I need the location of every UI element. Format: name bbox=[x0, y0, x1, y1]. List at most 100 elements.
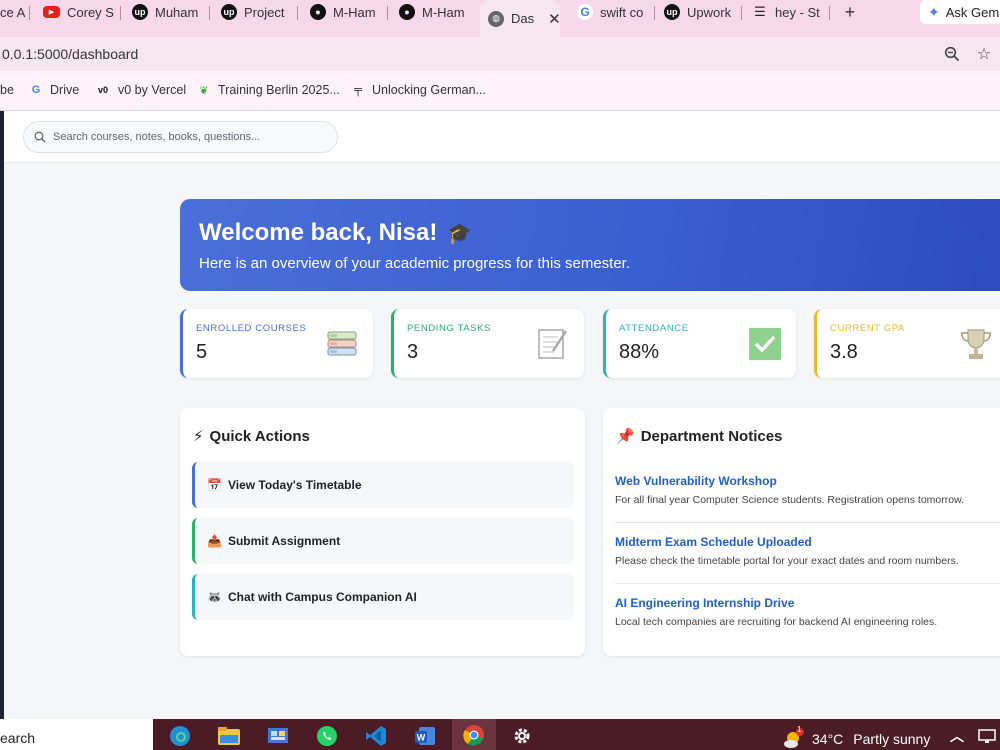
divider bbox=[615, 583, 1000, 584]
control-panel-icon[interactable] bbox=[265, 723, 291, 749]
notice-description: For all final year Computer Science stud… bbox=[615, 494, 964, 506]
search-icon bbox=[34, 131, 46, 143]
word-icon[interactable]: W bbox=[412, 723, 438, 749]
pushpin-icon: 📌 bbox=[616, 428, 635, 445]
bookmark-label: be bbox=[0, 83, 14, 97]
upwork-icon: up bbox=[221, 4, 237, 20]
bookmark-label: v0 by Vercel bbox=[118, 83, 187, 97]
medium-icon: ╤ bbox=[354, 84, 362, 96]
zoom-icon[interactable] bbox=[941, 43, 963, 65]
stat-card-current-gpa: Current GPA 3.8 bbox=[814, 309, 1000, 378]
tab-label: swift co bbox=[600, 4, 644, 20]
taskbar-search[interactable]: earch bbox=[0, 719, 153, 750]
bookmark-label: Training Berlin 2025... bbox=[218, 83, 340, 97]
notice-title[interactable]: Midterm Exam Schedule Uploaded bbox=[615, 535, 997, 549]
weather-widget[interactable]: 1 34°C Partly sunny bbox=[782, 725, 931, 750]
github-icon: ● bbox=[399, 4, 415, 20]
search-input[interactable] bbox=[53, 131, 313, 143]
books-icon bbox=[325, 327, 359, 361]
browser-tab[interactable]: ▶ Corey S bbox=[43, 0, 121, 24]
ask-gemini-button[interactable]: ✦ Ask Gem bbox=[920, 0, 1000, 24]
bookmark-item[interactable]: G Drive bbox=[29, 83, 79, 97]
bookmark-star-icon[interactable]: ☆ bbox=[973, 43, 995, 65]
browser-tab[interactable]: up Muham bbox=[132, 0, 210, 24]
browser-tab[interactable]: up Upwork bbox=[664, 0, 742, 24]
view-timetable-button[interactable]: 📅 View Today's Timetable bbox=[192, 462, 574, 508]
notice-title[interactable]: Web Vulnerability Workshop bbox=[615, 474, 997, 488]
welcome-title: Welcome back, Nisa! bbox=[199, 219, 438, 246]
browser-tab[interactable]: G swift co bbox=[577, 0, 655, 24]
vscode-icon[interactable] bbox=[363, 723, 389, 749]
settings-gear-icon[interactable] bbox=[509, 723, 535, 749]
chat-companion-button[interactable]: 🦝 Chat with Campus Companion AI bbox=[192, 574, 574, 620]
tab-label: Corey S bbox=[67, 4, 114, 20]
gemini-icon: ✦ bbox=[928, 3, 940, 20]
weather-desc: Partly sunny bbox=[853, 731, 931, 747]
browser-tab[interactable]: up Project bbox=[221, 0, 298, 24]
globe-icon: ◍ bbox=[488, 10, 504, 27]
tab-label: hey - St bbox=[775, 4, 820, 20]
bookmark-label: Drive bbox=[50, 83, 80, 97]
trophy-icon bbox=[959, 327, 993, 361]
tab-label: Das bbox=[511, 11, 535, 26]
browser-tab-active[interactable]: ◍ Das ✕ bbox=[480, 0, 560, 37]
notice-item: Midterm Exam Schedule Uploaded Please ch… bbox=[615, 535, 997, 567]
lightning-icon: ⚡ bbox=[193, 428, 204, 445]
svg-text:W: W bbox=[417, 733, 426, 743]
stackoverflow-icon: ☰ bbox=[754, 4, 766, 19]
notices-title: Department Notices bbox=[640, 427, 783, 445]
ask-gemini-label: Ask Gem bbox=[945, 4, 1000, 20]
leaf-icon: ❦ bbox=[199, 84, 209, 97]
action-label: View Today's Timetable bbox=[227, 478, 362, 492]
notice-description: Local tech companies are recruiting for … bbox=[615, 616, 938, 628]
new-tab-button[interactable]: + bbox=[838, 0, 862, 24]
upload-icon: 📤 bbox=[207, 534, 222, 548]
bookmarks-bar: be G Drive v0 v0 by Vercel ❦ Training Be… bbox=[0, 71, 1000, 111]
divider bbox=[615, 522, 1000, 523]
close-icon[interactable]: ✕ bbox=[548, 10, 560, 28]
tab-label: M-Ham bbox=[333, 4, 376, 20]
bookmark-item[interactable]: be bbox=[0, 83, 14, 97]
checkmark-icon bbox=[748, 327, 782, 361]
network-icon[interactable] bbox=[974, 723, 1000, 749]
browser-tab[interactable]: ● M-Ham bbox=[399, 0, 477, 24]
tab-label: Muham bbox=[155, 4, 199, 20]
raccoon-icon: 🦝 bbox=[207, 590, 222, 604]
address-bar: 0.0.1:5000/dashboard ☆ bbox=[0, 37, 1000, 71]
notice-item: AI Engineering Internship Drive Local te… bbox=[615, 596, 997, 628]
bookmark-item[interactable]: ╤ Unlocking German... bbox=[351, 83, 486, 97]
stat-card-attendance: Attendance 88% bbox=[603, 309, 796, 378]
browser-tab[interactable]: ☰ hey - St bbox=[752, 0, 830, 24]
quick-actions-card: ⚡ Quick Actions 📅 View Today's Timetable… bbox=[180, 408, 585, 656]
google-icon: G bbox=[577, 4, 593, 20]
notepad-icon bbox=[536, 327, 570, 361]
bookmark-item[interactable]: v0 v0 by Vercel bbox=[95, 83, 186, 97]
search-box[interactable] bbox=[23, 121, 338, 153]
edge-icon[interactable] bbox=[167, 723, 193, 749]
file-explorer-icon[interactable] bbox=[216, 723, 242, 749]
tab-label: ce A bbox=[0, 4, 26, 20]
chrome-icon[interactable] bbox=[452, 719, 496, 750]
action-label: Submit Assignment bbox=[227, 534, 341, 548]
chevron-up-icon[interactable]: ︿ bbox=[944, 723, 970, 749]
graduation-cap-icon: 🎓 bbox=[447, 222, 473, 245]
notice-title[interactable]: AI Engineering Internship Drive bbox=[615, 596, 997, 610]
submit-assignment-button[interactable]: 📤 Submit Assignment bbox=[192, 518, 574, 564]
weather-temp: 34°C bbox=[812, 731, 844, 747]
vercel-v0-icon: v0 bbox=[97, 85, 108, 95]
browser-tab[interactable]: ce A bbox=[0, 0, 30, 24]
url-field[interactable]: 0.0.1:5000/dashboard bbox=[2, 46, 138, 62]
welcome-heading: Welcome back, Nisa! 🎓 bbox=[199, 219, 1000, 247]
bookmark-item[interactable]: ❦ Training Berlin 2025... bbox=[197, 83, 340, 97]
whatsapp-icon[interactable] bbox=[314, 723, 340, 749]
department-notices-card: 📌 Department Notices Web Vulnerability W… bbox=[603, 408, 1000, 656]
stat-card-enrolled-courses: Enrolled Courses 5 bbox=[180, 309, 373, 378]
tab-label: M-Ham bbox=[422, 4, 465, 20]
action-label: Chat with Campus Companion AI bbox=[227, 590, 417, 604]
notices-heading: 📌 Department Notices bbox=[616, 427, 783, 446]
stat-card-pending-tasks: Pending Tasks 3 bbox=[391, 309, 584, 378]
bookmark-label: Unlocking German... bbox=[372, 83, 486, 97]
notice-description: Please check the timetable portal for yo… bbox=[615, 555, 959, 567]
browser-tab[interactable]: ● M-Ham bbox=[310, 0, 388, 24]
weather-badge: 1 bbox=[797, 725, 802, 734]
